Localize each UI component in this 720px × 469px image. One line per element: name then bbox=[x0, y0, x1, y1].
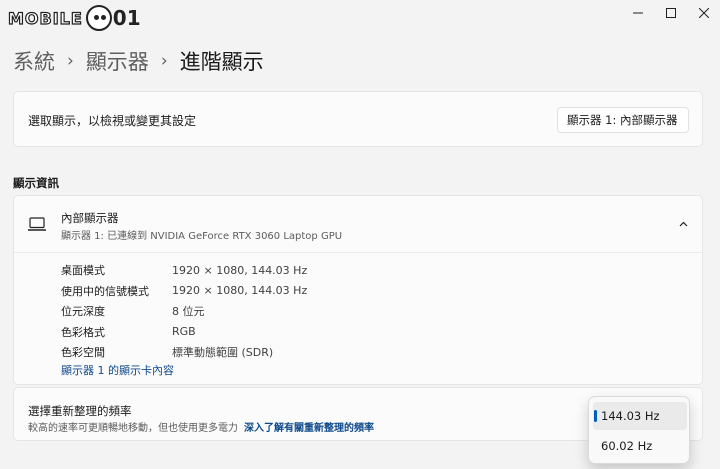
page-title: 進階顯示 bbox=[179, 50, 264, 74]
refresh-rate-dropdown-menu: 144.03 Hz 60.02 Hz bbox=[588, 396, 690, 464]
info-row-value: 8 位元 bbox=[172, 305, 205, 319]
info-row-key: 桌面模式 bbox=[61, 264, 105, 278]
display-info-header[interactable]: 內部顯示器 顯示器 1: 已連線到 NVIDIA GeForce RTX 306… bbox=[14, 196, 702, 253]
info-row: 桌面模式 1920 × 1080, 144.03 Hz bbox=[61, 260, 307, 281]
minimize-icon[interactable] bbox=[621, 0, 654, 26]
logo-text: MOBILE bbox=[7, 8, 83, 28]
refresh-rate-description-line: 較高的速率可更順暢地移動，但也使用更多電力 深入了解有關重新整理的頻率 bbox=[28, 419, 374, 434]
info-row-value: RGB bbox=[172, 325, 196, 339]
window-controls bbox=[621, 0, 720, 26]
breadcrumb: 系統 › 顯示器 › 進階顯示 bbox=[13, 46, 264, 76]
refresh-rate-option[interactable]: 60.02 Hz bbox=[593, 432, 687, 460]
display-select-dropdown[interactable]: 顯示器 1: 內部顯示器 bbox=[557, 107, 689, 133]
chevron-down-icon bbox=[669, 118, 677, 123]
refresh-rate-learn-more-link[interactable]: 深入了解有關重新整理的頻率 bbox=[244, 423, 374, 434]
info-row-value: 1920 × 1080, 144.03 Hz bbox=[172, 284, 308, 298]
display-info-card: 內部顯示器 顯示器 1: 已連線到 NVIDIA GeForce RTX 306… bbox=[13, 195, 703, 385]
chevron-right-icon: › bbox=[67, 51, 74, 71]
logo-mark-text: 01 bbox=[112, 6, 141, 30]
info-row-key: 位元深度 bbox=[61, 305, 105, 319]
chevron-up-icon[interactable] bbox=[678, 219, 689, 230]
breadcrumb-system[interactable]: 系統 bbox=[13, 46, 55, 76]
close-icon[interactable] bbox=[687, 0, 720, 26]
info-row: 位元深度 8 位元 bbox=[61, 301, 307, 322]
info-row: 色彩空間 標準動態範圍 (SDR) bbox=[61, 342, 307, 363]
select-display-card: 選取顯示，以檢視或變更其設定 顯示器 1: 內部顯示器 bbox=[13, 91, 703, 147]
refresh-rate-title: 選擇重新整理的頻率 bbox=[28, 404, 132, 418]
chevron-right-icon: › bbox=[160, 51, 168, 71]
select-display-label: 選取顯示，以檢視或變更其設定 bbox=[28, 114, 197, 128]
display-name: 內部顯示器 bbox=[61, 211, 119, 225]
info-row: 使用中的信號模式 1920 × 1080, 144.03 Hz bbox=[61, 281, 307, 302]
info-row-key: 使用中的信號模式 bbox=[61, 284, 149, 298]
section-title-display-info: 顯示資訊 bbox=[13, 176, 59, 190]
info-row-key: 色彩格式 bbox=[61, 325, 105, 339]
display-connection-subtitle: 顯示器 1: 已連線到 NVIDIA GeForce RTX 3060 Lapt… bbox=[61, 231, 343, 242]
info-row-value: 標準動態範圍 (SDR) bbox=[172, 346, 274, 360]
refresh-rate-option-selected[interactable]: 144.03 Hz bbox=[593, 402, 687, 430]
laptop-icon bbox=[28, 217, 46, 231]
adapter-properties-link[interactable]: 顯示器 1 的顯示卡內容 bbox=[61, 362, 174, 378]
breadcrumb-display[interactable]: 顯示器 bbox=[86, 46, 149, 76]
info-row: 色彩格式 RGB bbox=[61, 322, 307, 343]
mobile01-logo: MOBILE 01 bbox=[7, 4, 141, 32]
maximize-icon[interactable] bbox=[654, 0, 687, 26]
info-row-key: 色彩空間 bbox=[61, 346, 105, 360]
info-row-value: 1920 × 1080, 144.03 Hz bbox=[172, 263, 308, 277]
display-info-rows: 桌面模式 1920 × 1080, 144.03 Hz 使用中的信號模式 192… bbox=[61, 260, 307, 363]
refresh-rate-description: 較高的速率可更順暢地移動，但也使用更多電力 bbox=[28, 423, 238, 434]
logo-face-mark bbox=[85, 5, 112, 31]
display-select-value: 顯示器 1: 內部顯示器 bbox=[567, 113, 678, 127]
